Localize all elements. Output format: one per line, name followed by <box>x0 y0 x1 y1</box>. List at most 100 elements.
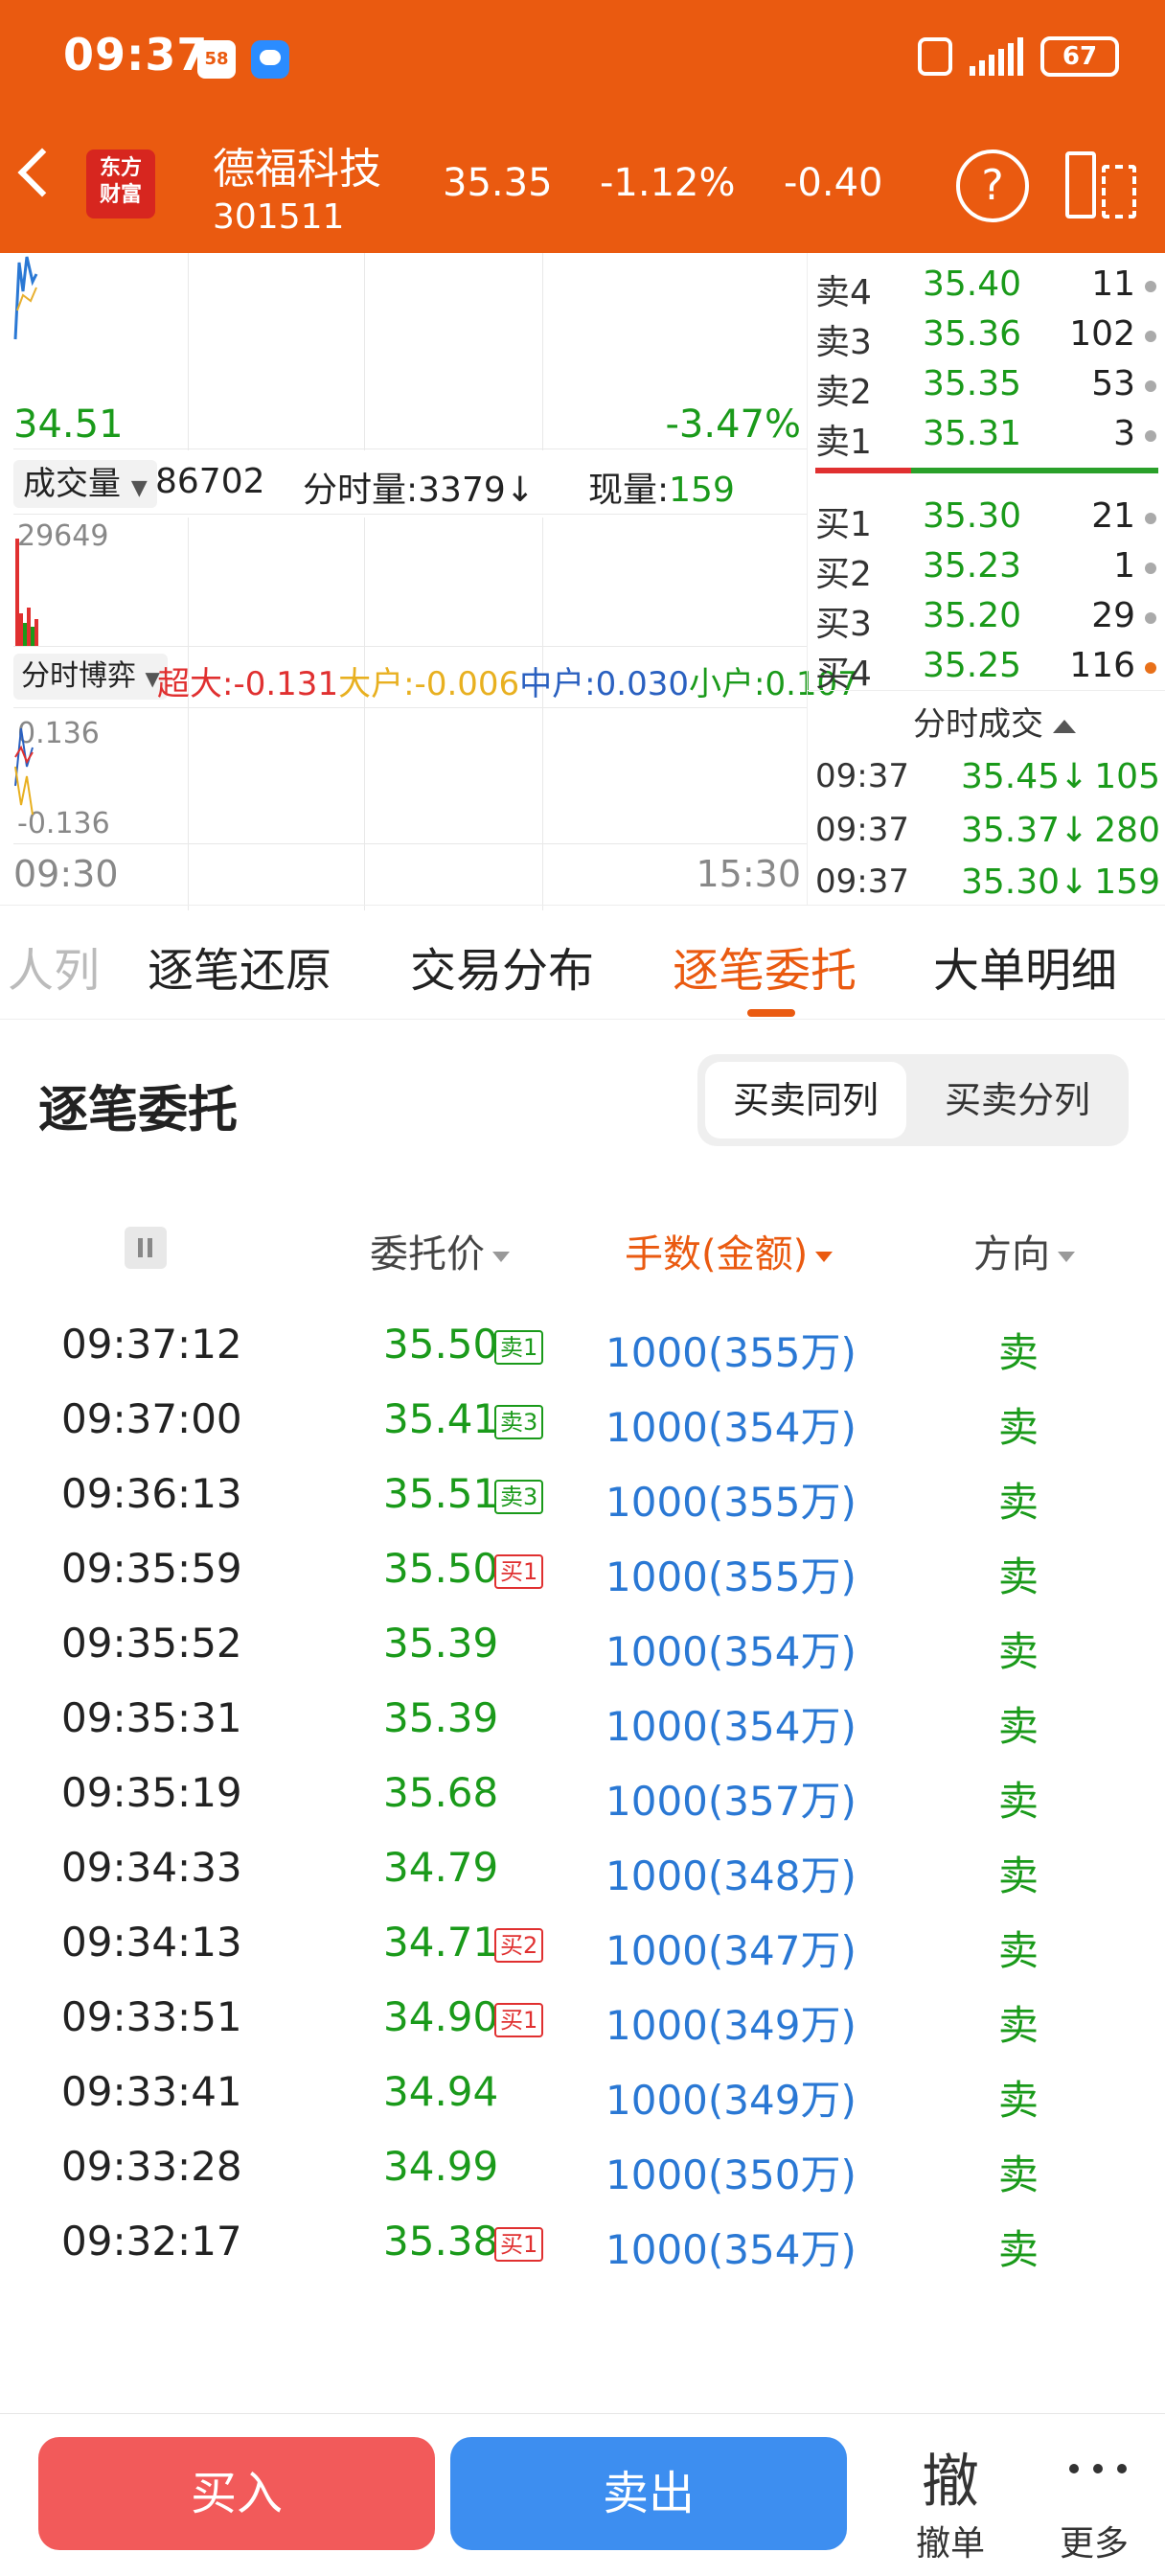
split-screen-icon[interactable] <box>1065 151 1136 218</box>
col-price-label: 委托价 <box>370 1232 485 1276</box>
tab-replay[interactable]: 逐笔还原 <box>148 932 331 1000</box>
order-amount: 1000(349万) <box>605 2002 857 2049</box>
order-row[interactable]: 09:34:33 34.79 1000(348万) 卖 <box>0 1834 1165 1909</box>
order-row[interactable]: 09:33:28 34.99 1000(350万) 卖 <box>0 2133 1165 2208</box>
order-book: 卖4 35.40 11 卖3 35.36 102 卖2 35.35 53 卖1 … <box>807 253 1165 905</box>
trades-toggle[interactable]: 分时成交 <box>913 698 1076 745</box>
tab-distribution[interactable]: 交易分布 <box>410 932 594 1000</box>
help-icon[interactable]: ? <box>956 150 1029 222</box>
order-direction: 卖 <box>998 1927 1039 1974</box>
down-arrow-icon: ↓ <box>505 471 535 510</box>
bid-price: 35.30 <box>923 496 1022 536</box>
bid-row[interactable]: 买1 35.30 21 <box>815 493 1160 544</box>
col-qty-sort[interactable]: 手数(金额) <box>625 1223 834 1278</box>
eastmoney-logo: 东方 财富 <box>86 150 155 218</box>
more-label[interactable]: 更多 <box>1060 2516 1129 2565</box>
volume-bars <box>15 539 38 646</box>
order-row[interactable]: 09:34:13 34.71 买2 1000(347万) 卖 <box>0 1909 1165 1984</box>
order-row[interactable]: 09:35:19 35.68 1000(357万) 卖 <box>0 1760 1165 1834</box>
game-selector[interactable]: 分时博弈 ▼ <box>13 654 168 700</box>
order-row[interactable]: 09:32:17 35.38 买1 1000(354万) 卖 <box>0 2208 1165 2283</box>
now-volume: 现量:159 <box>588 462 735 512</box>
order-row[interactable]: 09:36:13 35.51 卖3 1000(355万) 卖 <box>0 1460 1165 1535</box>
chart-time-start: 09:30 <box>13 853 119 895</box>
seg-same-column[interactable]: 买卖同列 <box>705 1062 906 1138</box>
volume-selector[interactable]: 成交量 ▼ <box>13 460 157 508</box>
order-price: 34.71 <box>383 1919 499 1966</box>
bid-row[interactable]: 买3 35.20 29 <box>815 592 1160 644</box>
header-price: 35.35 <box>443 161 553 205</box>
trades-title: 分时成交 <box>913 705 1043 744</box>
trade-row: 09:37 35.30↓ 159 <box>815 859 1160 908</box>
order-direction: 卖 <box>998 1778 1039 1825</box>
seg-split-column[interactable]: 买卖分列 <box>916 1062 1119 1138</box>
order-row[interactable]: 09:33:51 34.90 买1 1000(349万) 卖 <box>0 1984 1165 2058</box>
order-direction: 卖 <box>998 1329 1039 1376</box>
flow-lines <box>14 727 34 816</box>
ask-label: 卖3 <box>815 323 872 362</box>
cancel-order-label[interactable]: 撤单 <box>916 2516 985 2565</box>
order-row[interactable]: 09:35:59 35.50 买1 1000(355万) 卖 <box>0 1535 1165 1610</box>
game-label: 分时博弈 <box>21 659 136 693</box>
order-level-badge: 买1 <box>494 2003 544 2037</box>
order-row[interactable]: 09:33:41 34.94 1000(349万) 卖 <box>0 2058 1165 2133</box>
buy-button[interactable]: 买入 <box>38 2437 435 2550</box>
order-direction: 卖 <box>998 2002 1039 2049</box>
intraday-chart[interactable]: 34.51 -3.47% 成交量 ▼ 86702 分时量:3379↓ 现量:15… <box>0 253 858 910</box>
trade-row: 09:37 35.45↓ 105 <box>815 753 1160 803</box>
status-time: 09:37 <box>63 29 209 80</box>
col-price-sort[interactable]: 委托价 <box>370 1223 510 1278</box>
bid-price: 35.20 <box>923 596 1022 635</box>
order-amount: 1000(357万) <box>605 1778 857 1825</box>
bid-row[interactable]: 买4 35.25 116 <box>815 642 1160 694</box>
sort-caret-icon <box>815 1251 834 1262</box>
trade-time: 09:37 <box>815 862 909 901</box>
chart-low-pct: -3.47% <box>665 402 801 447</box>
app-58-icon: 58 <box>197 40 236 79</box>
bid-price: 35.23 <box>923 546 1022 586</box>
trade-qty: 105 <box>1094 757 1160 796</box>
order-amount: 1000(354万) <box>605 2226 857 2273</box>
tab-large-orders[interactable]: 大单明细 <box>933 932 1117 1000</box>
app-root: 09:37 58 67 东方 财富 德福科技 301511 35.35 -1.1… <box>0 0 1165 2576</box>
tab-indicator <box>747 1009 795 1017</box>
stock-code: 301511 <box>213 197 345 237</box>
back-arrow-icon[interactable] <box>17 148 67 197</box>
order-row[interactable]: 09:37:12 35.50 卖1 1000(355万) 卖 <box>0 1311 1165 1386</box>
bid-row[interactable]: 买2 35.23 1 <box>815 542 1160 594</box>
mid-value: 0.030 <box>595 665 689 703</box>
more-icon[interactable] <box>1069 2464 1127 2475</box>
ask-row[interactable]: 卖4 35.40 11 <box>815 261 1160 312</box>
order-row[interactable]: 09:35:52 35.39 1000(354万) 卖 <box>0 1610 1165 1685</box>
dot-icon <box>1145 380 1156 392</box>
dot-icon <box>1145 331 1156 342</box>
order-time: 09:37:12 <box>61 1321 242 1368</box>
order-row[interactable]: 09:35:31 35.39 1000(354万) 卖 <box>0 1685 1165 1760</box>
tab-order-by-order[interactable]: 逐笔委托 <box>673 932 857 1000</box>
tick-volume: 分时量:3379↓ <box>303 462 535 512</box>
trade-qty: 280 <box>1094 811 1160 850</box>
order-direction: 卖 <box>998 1852 1039 1899</box>
ask-row[interactable]: 卖2 35.35 53 <box>815 360 1160 412</box>
ask-row[interactable]: 卖1 35.31 3 <box>815 410 1160 462</box>
order-amount: 1000(355万) <box>605 1479 857 1526</box>
dot-icon <box>1145 430 1156 442</box>
cancel-order-icon[interactable]: 撤 <box>922 2435 979 2518</box>
detail-tabs: 人列 逐笔还原 交易分布 逐笔委托 大单明细 <box>0 905 1165 1020</box>
ask-row[interactable]: 卖3 35.36 102 <box>815 310 1160 362</box>
order-time: 09:35:52 <box>61 1620 242 1667</box>
trade-row: 09:37 35.37↓ 280 <box>815 807 1160 857</box>
order-row[interactable]: 09:37:00 35.41 卖3 1000(354万) 卖 <box>0 1386 1165 1460</box>
col-dir-sort[interactable]: 方向 <box>973 1223 1075 1278</box>
stock-name[interactable]: 德福科技 <box>213 134 381 196</box>
bid-label: 买4 <box>815 655 872 694</box>
now-volume-value: 159 <box>669 471 735 510</box>
tab-queue[interactable]: 人列 <box>8 932 100 1000</box>
pause-icon[interactable] <box>125 1227 167 1269</box>
sell-button[interactable]: 卖出 <box>450 2437 847 2550</box>
chart-low-price: 34.51 <box>13 402 124 447</box>
order-time: 09:33:51 <box>61 1993 242 2040</box>
order-amount: 1000(347万) <box>605 1927 857 1974</box>
header-change-pct: -1.12% <box>600 161 736 205</box>
order-time: 09:36:13 <box>61 1470 242 1517</box>
